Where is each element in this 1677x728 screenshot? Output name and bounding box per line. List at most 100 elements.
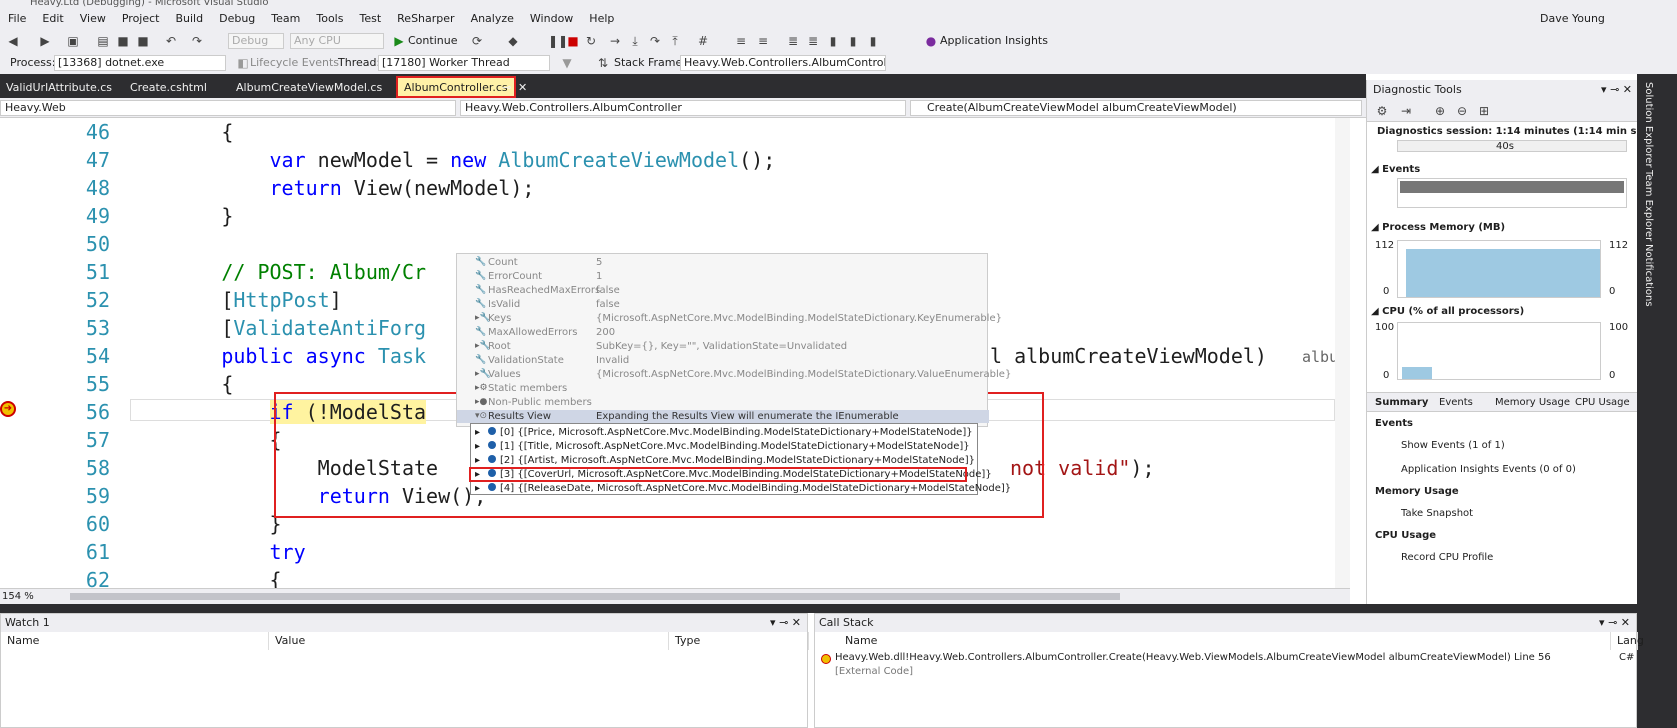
step-over-icon[interactable]: ↷ xyxy=(648,34,662,48)
refresh-icon[interactable]: ⟳ xyxy=(470,34,484,48)
tab-solution-explorer[interactable]: Solution Explorer xyxy=(1643,82,1654,168)
datatip-row[interactable]: 🔧 IsValid false xyxy=(457,298,989,311)
uncomment-icon[interactable]: ≣ xyxy=(806,34,820,48)
debugger-datatip[interactable]: 🔧 Count 5 🔧 ErrorCount 1 🔧 HasReachedMaxError… xyxy=(456,253,1011,427)
datatip-row[interactable]: ▸🔧 Values {Microsoft.AspNetCore.Mvc.ModelB… xyxy=(457,368,1011,381)
tab-events[interactable]: Events xyxy=(1439,397,1473,408)
datatip-row[interactable]: 🔧 ErrorCount 1 xyxy=(457,270,989,283)
settings-icon[interactable]: ⚙ xyxy=(1375,104,1389,118)
horizontal-scrollbar[interactable] xyxy=(70,593,1120,600)
step-out-icon[interactable]: ⤒ xyxy=(668,34,682,48)
comment-icon[interactable]: ≣ xyxy=(786,34,800,48)
datatip-results-view[interactable]: ▾⊙ Results View Expanding the Results View… xyxy=(457,410,989,423)
bookmark-icon[interactable]: ▮ xyxy=(826,34,840,48)
menu-window[interactable]: Window xyxy=(522,8,581,30)
menu-help[interactable]: Help xyxy=(581,8,622,30)
show-events-link[interactable]: Show Events (1 of 1) xyxy=(1401,440,1505,451)
datatip-row[interactable]: ▸● Non-Public members xyxy=(457,396,989,409)
datatip-row[interactable]: ▸🔧 Root SubKey={}, Key="", ValidationState… xyxy=(457,340,989,353)
configuration-select[interactable]: Debug xyxy=(228,33,284,49)
reset-view-icon[interactable]: ⊞ xyxy=(1477,104,1491,118)
continue-icon[interactable]: ▶ xyxy=(392,34,406,48)
result-item[interactable]: ▸ [2] {[Artist, Microsoft.AspNetCore.Mvc.… xyxy=(475,454,975,467)
step-into-icon[interactable]: ⤓ xyxy=(628,34,642,48)
menu-test[interactable]: Test xyxy=(351,8,389,30)
line-number-gutter[interactable]: 46 47 48 49 50 51 52 53 54 55 56 57 58 5… xyxy=(0,118,125,588)
application-insights-events-link[interactable]: Application Insights Events (0 of 0) xyxy=(1401,464,1576,475)
redo-icon[interactable]: ↷ xyxy=(190,34,204,48)
result-item[interactable]: ▸ [1] {[Title, Microsoft.AspNetCore.Mvc.M… xyxy=(475,440,970,453)
select-tools-icon[interactable]: ⇥ xyxy=(1399,104,1413,118)
menu-analyze[interactable]: Analyze xyxy=(463,8,522,30)
menu-debug[interactable]: Debug xyxy=(211,8,263,30)
class-select[interactable]: Heavy.Web.Controllers.AlbumController xyxy=(460,100,906,116)
zoom-level[interactable]: 154 % xyxy=(2,591,34,602)
callstack-row[interactable]: Heavy.Web.dll!Heavy.Web.Controllers.Albu… xyxy=(835,652,1551,663)
watch-col-value[interactable]: Value xyxy=(269,632,669,650)
watch-col-name[interactable]: Name xyxy=(1,632,269,650)
close-icon[interactable]: ▾ ⊸ ✕ xyxy=(1601,80,1632,100)
timeline-ruler[interactable]: 40s xyxy=(1397,140,1627,152)
datatip-row[interactable]: 🔧 Count 5 xyxy=(457,256,989,269)
tab-albumcreateviewmodel[interactable]: AlbumCreateViewModel.cs xyxy=(230,78,388,98)
platform-select[interactable]: Any CPU xyxy=(290,33,384,49)
tab-notifications[interactable]: Notifications xyxy=(1643,244,1654,307)
editor-vertical-scrollbar[interactable] xyxy=(1335,118,1350,588)
process-select[interactable]: [13368] dotnet.exe xyxy=(54,55,226,71)
filter-icon[interactable]: ▼ xyxy=(560,56,574,70)
result-item[interactable]: ▸ [4] {[ReleaseDate, Microsoft.AspNetCore… xyxy=(475,482,1011,495)
zoom-in-icon[interactable]: ⊕ xyxy=(1433,104,1447,118)
browser-link-icon[interactable]: ◆ xyxy=(506,34,520,48)
menu-project[interactable]: Project xyxy=(114,8,168,30)
menu-resharper[interactable]: ReSharper xyxy=(389,8,462,30)
pause-icon[interactable]: ❚❚ xyxy=(548,34,568,48)
take-snapshot-button[interactable]: Take Snapshot xyxy=(1401,508,1473,519)
hex-display-icon[interactable]: # xyxy=(696,34,710,48)
datatip-row[interactable]: ▸🔧 Keys {Microsoft.AspNetCore.Mvc.ModelBin… xyxy=(457,312,1002,325)
open-icon[interactable]: ▤ xyxy=(96,34,110,48)
close-tab-icon[interactable]: ✕ xyxy=(512,78,533,98)
align-icon[interactable]: ≡ xyxy=(756,34,770,48)
close-icon[interactable]: ▾ ⊸ ✕ xyxy=(1599,614,1630,632)
menu-view[interactable]: View xyxy=(72,8,114,30)
undo-icon[interactable]: ↶ xyxy=(164,34,178,48)
stop-icon[interactable]: ■ xyxy=(566,34,580,48)
forward-icon[interactable]: ▶ xyxy=(38,34,52,48)
datatip-row[interactable]: 🔧 ValidationState Invalid xyxy=(457,354,989,367)
datatip-row[interactable]: ▸⚙ Static members xyxy=(457,382,989,395)
tab-team-explorer[interactable]: Team Explorer xyxy=(1643,170,1654,241)
restart-icon[interactable]: ↻ xyxy=(584,34,598,48)
record-cpu-profile-button[interactable]: Record CPU Profile xyxy=(1401,552,1493,563)
continue-button[interactable]: Continue xyxy=(408,30,457,52)
new-project-icon[interactable]: ▣ xyxy=(66,34,80,48)
align-icon[interactable]: ≡ xyxy=(734,34,748,48)
thread-select[interactable]: [17180] Worker Thread xyxy=(378,55,550,71)
user-name[interactable]: Dave Young xyxy=(1540,8,1605,30)
datatip-row[interactable]: 🔧 HasReachedMaxErrors false xyxy=(457,284,989,297)
bookmark-next-icon[interactable]: ▮ xyxy=(866,34,880,48)
save-all-icon[interactable]: ■ xyxy=(136,34,150,48)
application-insights-button[interactable]: Application Insights xyxy=(940,30,1048,52)
cpu-graph[interactable] xyxy=(1397,322,1601,380)
lifecycle-events-button[interactable]: Lifecycle Events xyxy=(250,52,339,74)
result-item[interactable]: ▸ [0] {[Price, Microsoft.AspNetCore.Mvc.M… xyxy=(475,426,973,439)
events-track[interactable] xyxy=(1397,178,1627,208)
menu-edit[interactable]: Edit xyxy=(34,8,71,30)
bookmark-prev-icon[interactable]: ▮ xyxy=(846,34,860,48)
results-view-expansion[interactable]: ▸ [0] {[Price, Microsoft.AspNetCore.Mvc.M… xyxy=(469,423,1011,495)
project-select[interactable]: Heavy.Web xyxy=(0,100,456,116)
callstack-row[interactable]: [External Code] xyxy=(835,666,913,677)
close-icon[interactable]: ▾ ⊸ ✕ xyxy=(770,614,801,632)
watch-col-type[interactable]: Type xyxy=(669,632,809,650)
memory-graph[interactable] xyxy=(1397,240,1601,298)
tab-validurlattribute[interactable]: ValidUrlAttribute.cs xyxy=(0,78,118,98)
callstack-col-lang[interactable]: Lang xyxy=(1611,632,1644,650)
callstack-col-name[interactable]: Name xyxy=(815,632,1611,650)
member-select[interactable]: Create(AlbumCreateViewModel albumCreateV… xyxy=(910,100,1362,116)
menu-file[interactable]: File xyxy=(0,8,34,30)
zoom-out-icon[interactable]: ⊖ xyxy=(1455,104,1469,118)
menu-team[interactable]: Team xyxy=(263,8,308,30)
tab-summary[interactable]: Summary xyxy=(1375,397,1428,408)
stackframe-select[interactable]: Heavy.Web.Controllers.AlbumController.C xyxy=(680,55,886,71)
save-icon[interactable]: ■ xyxy=(116,34,130,48)
